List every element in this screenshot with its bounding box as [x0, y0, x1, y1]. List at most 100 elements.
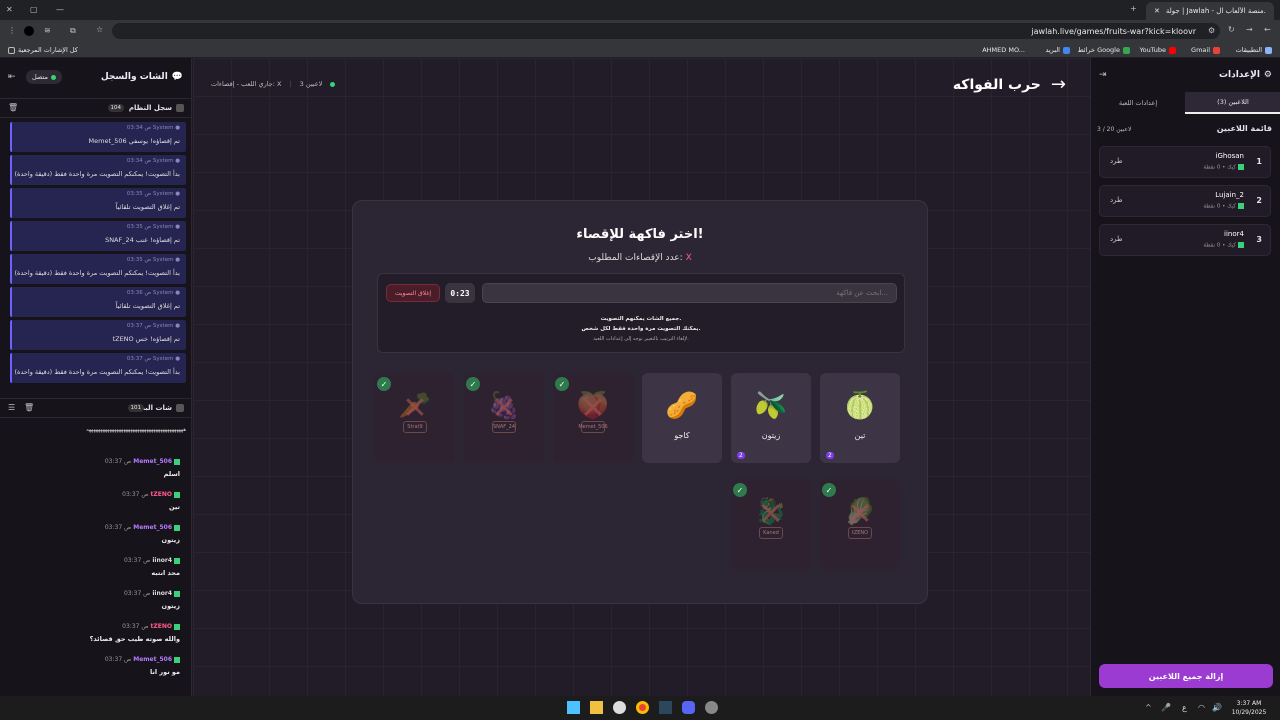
discord-icon[interactable]: [682, 701, 695, 714]
player-name: Lujain_2: [1215, 191, 1244, 199]
bookmark-maps[interactable]: خرائط Google: [1078, 42, 1130, 58]
bookmark-mail[interactable]: البريد: [1045, 42, 1070, 58]
windows-start-icon[interactable]: [567, 701, 580, 714]
chat-spam-line: هههههههههههههههههههههههههههههههههههههههه…: [86, 427, 186, 433]
message-sender: System: [152, 290, 174, 296]
system-message: 03:34 ص System ● بدأ التصويت! يمكنكم التص…: [10, 155, 186, 185]
tab-players[interactable]: اللاعبين (3): [1185, 92, 1280, 114]
wifi-icon[interactable]: ◠: [1198, 703, 1205, 712]
chat-message: 03:37 ص iinor4 محد انتبه: [10, 555, 186, 585]
check-icon: ✓: [822, 483, 836, 497]
kick-player-button[interactable]: طرد: [1110, 157, 1123, 165]
app-icon[interactable]: [705, 701, 718, 714]
chrome-icon[interactable]: [636, 701, 649, 714]
bookmark-all[interactable]: كل الإشارات المرجعية: [8, 42, 78, 58]
gear-icon: ⚙: [1263, 70, 1272, 80]
forward-icon[interactable]: →: [1246, 25, 1253, 34]
mic-icon[interactable]: 🎤: [1161, 703, 1171, 712]
input-language[interactable]: ع: [1182, 703, 1187, 712]
kick-player-button[interactable]: طرد: [1110, 235, 1123, 243]
bookmark-gmail[interactable]: Gmail: [1191, 42, 1220, 58]
kick-platform-icon: [174, 557, 180, 564]
system-message: 03:37 ص System ● بدأ التصويت! يمكنكم التص…: [10, 353, 186, 383]
close-vote-button[interactable]: إغلاق التصويت: [386, 284, 440, 302]
player-name: iinor4: [1224, 230, 1244, 238]
message-time: 03:37 ص: [126, 323, 152, 329]
card-title: اختر فاكهة للإقصاء!: [576, 227, 704, 242]
message-user[interactable]: Memet_506: [133, 656, 172, 663]
players-list-count: 3 / 20 لاعبين: [1097, 126, 1132, 133]
settings-panel: الإعدادات ⚙ ⇥ اللاعبين (3) إعدادات اللعبة…: [1090, 58, 1280, 696]
clear-chat-trash-icon[interactable]: 🗑: [24, 403, 34, 412]
message-time: 03:37 ص: [123, 590, 151, 597]
clock[interactable]: 3:37 AM 10/29/2025: [1228, 699, 1270, 717]
fruit-card[interactable]: 🫒 زيتون 2: [731, 373, 811, 463]
close-tab-icon[interactable]: ✕: [1154, 7, 1160, 15]
fruit-card[interactable]: 🍈 تين 2: [820, 373, 900, 463]
remove-all-players-button[interactable]: إزالة جميع اللاعبين: [1099, 664, 1273, 688]
menu-dots-icon[interactable]: ⋮: [8, 26, 16, 35]
address-bar-row: ⋮ ≋ ⧉ ☆ jawlah.live/games/fruits-war?kic…: [0, 20, 1280, 42]
fruit-name: زيتون: [761, 431, 781, 440]
tray-chevron-icon[interactable]: ^: [1145, 703, 1152, 712]
kick-player-button[interactable]: طرد: [1110, 196, 1123, 204]
gmail-icon: [1213, 46, 1220, 54]
online-dot-icon: [51, 74, 57, 80]
player-sub: كيك • 0 نقطة: [1203, 203, 1244, 210]
tab-game-settings[interactable]: إعدادات اللعبة: [1091, 92, 1185, 114]
eliminated-player-tag: tZENO: [848, 527, 872, 539]
eliminated-player-tag: SNAF_24: [492, 421, 516, 433]
extensions-puzzle-icon[interactable]: ⧉: [70, 26, 76, 36]
message-time: 03:36 ص: [126, 290, 152, 296]
fruit-card[interactable]: 🥜 كاجو: [642, 373, 722, 463]
message-sender: System: [152, 257, 174, 263]
bookmark-youtube[interactable]: YouTube: [1140, 42, 1176, 58]
site-settings-icon[interactable]: ⚙: [1208, 26, 1215, 35]
back-arrow-icon[interactable]: →: [1051, 74, 1066, 95]
chat-list-icon[interactable]: ☰: [8, 403, 15, 412]
check-icon: ✓: [555, 377, 569, 391]
file-explorer-icon[interactable]: [590, 701, 603, 714]
message-user[interactable]: Memet_506: [133, 524, 172, 531]
vote-timer: 0:23: [445, 283, 475, 303]
clear-log-trash-icon[interactable]: 🗑: [8, 103, 18, 112]
chat-message: 03:37 ص Memet_506 زيتون: [10, 522, 186, 552]
player-sub: كيك • 0 نقطة: [1203, 242, 1244, 249]
message-user[interactable]: tZENO: [151, 491, 172, 498]
kick-platform-icon: [1238, 203, 1244, 209]
message-text: بدأ التصويت! يمكنكم التصويت مرة واحدة فق…: [14, 170, 180, 178]
close-window-icon[interactable]: ✕: [6, 5, 13, 14]
player-rank: 1: [1256, 157, 1262, 166]
new-tab-icon[interactable]: +: [1130, 4, 1137, 13]
steam-icon[interactable]: [659, 701, 672, 714]
collapse-settings-icon[interactable]: ⇥: [1099, 70, 1107, 80]
system-icon: ●: [175, 356, 180, 362]
extension-icon[interactable]: ≋: [44, 26, 51, 35]
back-icon[interactable]: ←: [1264, 25, 1271, 34]
message-user[interactable]: iinor4: [152, 557, 172, 564]
bookmark-apps[interactable]: التطبيقات: [1236, 42, 1272, 58]
message-sender: System: [152, 125, 174, 131]
message-user[interactable]: tZENO: [151, 623, 172, 630]
message-time: 03:37 ص: [126, 356, 152, 362]
fruit-search-input[interactable]: [482, 283, 897, 303]
settings-app-icon[interactable]: [613, 701, 626, 714]
maximize-icon[interactable]: ▢: [30, 5, 38, 14]
bookmark-star-icon[interactable]: ☆: [96, 25, 103, 34]
mail-icon: [1063, 46, 1070, 54]
minimize-icon[interactable]: —: [56, 5, 64, 14]
volume-icon[interactable]: 🔊: [1212, 703, 1222, 712]
message-sender: System: [152, 323, 174, 329]
url-field[interactable]: jawlah.live/games/fruits-war?kick=kloovr: [112, 23, 1220, 39]
message-user[interactable]: Memet_506: [133, 458, 172, 465]
system-message: 03:34 ص System ● Memet_506 تم إقصاؤه! يوس…: [10, 122, 186, 152]
log-icon: [176, 104, 184, 112]
message-user[interactable]: iinor4: [152, 590, 172, 597]
reload-icon[interactable]: ↻: [1228, 25, 1235, 34]
profile-avatar[interactable]: [24, 26, 34, 36]
collapse-panel-icon[interactable]: ⇤: [8, 72, 16, 82]
live-dot-icon: [330, 81, 336, 87]
bookmark-ahmed[interactable]: AHMED MO...: [982, 42, 1025, 58]
player-row: 3 iinor4 كيك • 0 نقطة طرد: [1099, 224, 1271, 256]
browser-tab-active[interactable]: ✕ جولة | Jawlah - منصة الألعاب ال...: [1146, 2, 1274, 20]
